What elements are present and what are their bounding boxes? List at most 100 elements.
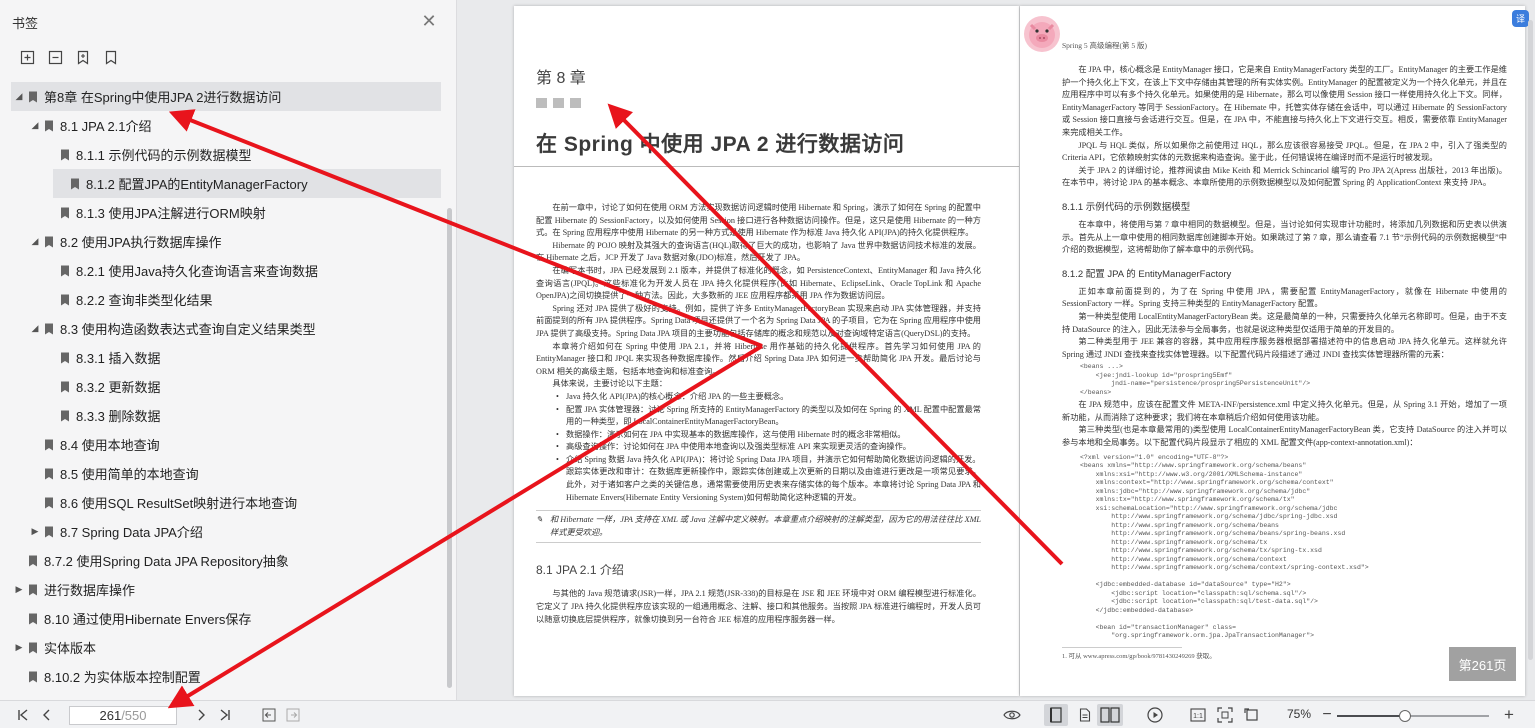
chapter-title: 在 Spring 中使用 JPA 2 进行数据访问 — [536, 133, 905, 156]
bookmark-icon — [28, 91, 38, 103]
paragraph: 在编写本书时，JPA 已经发展到 2.1 版本，并提供了标准化的概念，如 Per… — [536, 265, 981, 301]
toc-expand-icon[interactable]: ◢ — [30, 236, 40, 247]
paragraph: 具体来说，主要讨论以下主题： — [552, 379, 668, 389]
prev-page-icon[interactable] — [38, 706, 56, 724]
first-page-icon[interactable] — [14, 706, 32, 724]
bullet-dot: • — [556, 467, 559, 477]
footnote: 1. 可从 www.apress.com/gp/book/97814302492… — [1062, 652, 1216, 660]
code-block: <?xml version="1.0" encoding="UTF-8"?> <… — [1080, 453, 1369, 640]
toc-expand-icon[interactable]: ◢ — [14, 91, 24, 102]
toc-item[interactable]: ◢ 8.2 使用JPA执行数据库操作 — [0, 227, 446, 256]
toc-item[interactable]: 8.1.1 示例代码的示例数据模型 — [0, 140, 446, 169]
footnote-rule — [1062, 646, 1182, 648]
toc-item[interactable]: 8.1.3 使用JPA注解进行ORM映射 — [0, 198, 446, 227]
bullet-text: 高级查询操作：讨论如何在 JPA 中使用本地查询以及强类型标准 API 来实现更… — [566, 442, 911, 452]
toc-item[interactable]: ◢ 第8章 在Spring中使用JPA 2进行数据访问 — [11, 82, 441, 111]
two-page-view-button[interactable] — [1097, 704, 1123, 726]
bookmark-icon — [60, 381, 70, 393]
section-heading: 8.1 JPA 2.1 介绍 — [536, 563, 624, 578]
left-page-body: 在前一章中，讨论了如何在使用 ORM 方法实现数据访问逻辑时使用 Hiberna… — [536, 202, 981, 626]
continuous-view-icon[interactable] — [1076, 706, 1094, 724]
bookmark-icon — [60, 410, 70, 422]
paragraph: 第三种类型(也是本章最常用的)类型使用 LocalContainerEntity… — [1062, 425, 1507, 448]
toc-expand-icon[interactable]: ▶ — [14, 642, 24, 653]
sidebar-title: 书签 — [12, 15, 39, 31]
note-box: ✎ 和 Hibernate 一样，JPA 支持在 XML 或 Java 注解中定义… — [536, 510, 981, 544]
bullet-text: 数据操作：演示如何在 JPA 中实现基本的数据库操作，这与使用 Hibernat… — [566, 429, 906, 439]
rotate-icon[interactable] — [1243, 706, 1261, 724]
sidebar-scrollbar[interactable] — [447, 208, 452, 688]
toc-expand-icon[interactable]: ▶ — [14, 584, 24, 595]
chapter-divider — [514, 166, 1019, 167]
bullet-item: • 数据操作：演示如何在 JPA 中实现基本的数据库操作，这与使用 Hiberna… — [556, 429, 981, 442]
bullet-text: Java 持久化 API(JPA)的核心概念：介绍 JPA 的一些主要概念。 — [566, 391, 789, 401]
paragraph: 关于 JPA 2 的详细讨论，推荐阅读由 Mike Keith 和 Merric… — [1062, 165, 1507, 188]
toc-item-label: 8.5 使用简单的本地查询 — [60, 467, 199, 482]
toc-expand-icon[interactable]: ◢ — [30, 120, 40, 131]
bookmark-icon — [60, 294, 70, 306]
toc-item[interactable]: ◢ 8.1 JPA 2.1介绍 — [0, 111, 446, 140]
actual-size-icon[interactable]: 1:1 — [1189, 706, 1207, 724]
document-scrollbar[interactable] — [1528, 20, 1533, 660]
code-block: <beans ...> <jee:jndi-lookup id="prospri… — [1080, 363, 1311, 396]
toc-item[interactable]: ▶ 进行数据库操作 — [0, 575, 446, 604]
toc-item[interactable]: 8.4 使用本地查询 — [0, 430, 446, 459]
paragraph: 第一种类型使用 LocalEntityManagerFactoryBean 类。… — [1062, 311, 1507, 334]
toc-item[interactable]: 8.5 使用简单的本地查询 — [0, 459, 446, 488]
back-icon[interactable] — [260, 706, 278, 724]
toc-item[interactable]: 8.3.1 插入数据 — [0, 343, 446, 372]
toc-item-label: 8.6 使用SQL ResultSet映射进行本地查询 — [60, 496, 298, 511]
single-page-view-button[interactable] — [1044, 704, 1068, 726]
forward-icon[interactable] — [284, 706, 302, 724]
bookmark-icon[interactable] — [102, 48, 120, 66]
bullet-item: • 跟踪实体更改和审计：在数据库更新操作中，跟踪实体创建或上次更新的日期以及由谁进… — [556, 466, 981, 504]
toc-expand-icon[interactable]: ▶ — [30, 526, 40, 537]
toc-item[interactable]: 8.10 通过使用Hibernate Envers保存 — [0, 604, 446, 633]
toc-item-label: 8.3.3 删除数据 — [76, 409, 161, 424]
toc-item[interactable]: 8.6 使用SQL ResultSet映射进行本地查询 — [0, 488, 446, 517]
bookmark-icon — [70, 178, 80, 190]
toc-item[interactable]: 8.7.2 使用Spring Data JPA Repository抽象 — [0, 546, 446, 575]
toc-item-label: 8.3.1 插入数据 — [76, 351, 161, 366]
zoom-in-icon[interactable]: + — [1500, 705, 1518, 724]
paragraph: 在前一章中，讨论了如何在使用 ORM 方法实现数据访问逻辑时使用 Hiberna… — [536, 203, 981, 238]
toc-item[interactable]: 8.3.2 更新数据 — [0, 372, 446, 401]
bookmark-toolbar — [0, 44, 456, 70]
page-number-input[interactable]: 261/550 — [69, 706, 177, 725]
toc-item[interactable]: ▶ 8.7 Spring Data JPA介绍 — [0, 517, 446, 546]
toc-item-label: 8.2.1 使用Java持久化查询语言来查询数据 — [76, 264, 318, 279]
play-icon[interactable] — [1146, 706, 1164, 724]
zoom-level[interactable]: 75% — [1287, 707, 1311, 721]
toc-item[interactable]: 8.2.1 使用Java持久化查询语言来查询数据 — [0, 256, 446, 285]
bullet-item: • 介绍 Spring 数据 Java 持久化 API(JPA)：将讨论 Spri… — [556, 454, 981, 467]
close-icon[interactable]: ✕ — [420, 12, 438, 30]
toc-item[interactable]: 8.2.2 查询非类型化结果 — [0, 285, 446, 314]
expand-all-icon[interactable] — [18, 48, 36, 66]
add-bookmark-icon[interactable] — [74, 48, 92, 66]
bookmark-icon — [44, 120, 54, 132]
fit-page-icon[interactable] — [1216, 706, 1234, 724]
toc-item[interactable]: ◢ 8.3 使用构造函数表达式查询自定义结果类型 — [0, 314, 446, 343]
toc-item[interactable]: 8.10.2 为实体版本控制配置 — [0, 662, 446, 691]
bookmark-icon — [28, 671, 38, 683]
bookmark-icon — [44, 323, 54, 335]
translate-icon[interactable]: 译 — [1512, 10, 1529, 27]
bullet-dot: • — [556, 429, 559, 439]
note-text: 和 Hibernate 一样，JPA 支持在 XML 或 Java 注解中定义映… — [550, 515, 981, 537]
zoom-slider[interactable] — [1337, 710, 1489, 722]
toc-item[interactable]: ▶ 实体版本 — [0, 633, 446, 662]
toc-item[interactable]: 8.3.3 删除数据 — [0, 401, 446, 430]
next-page-icon[interactable] — [192, 706, 210, 724]
toc-expand-icon[interactable]: ◢ — [30, 323, 40, 334]
zoom-slider-thumb[interactable] — [1399, 710, 1412, 722]
current-page: 261 — [99, 708, 122, 723]
bookmark-icon — [28, 613, 38, 625]
note-icon: ✎ — [536, 515, 543, 525]
toc-item-label: 实体版本 — [44, 641, 97, 656]
eye-icon[interactable] — [1003, 706, 1021, 724]
paragraph: 第二种类型用于 JEE 兼容的容器，其中应用程序服务器根据部署描述符中的信息启动… — [1062, 337, 1507, 359]
toc-item[interactable]: 8.1.2 配置JPA的EntityManagerFactory — [53, 169, 441, 198]
zoom-out-icon[interactable]: − — [1318, 706, 1336, 724]
last-page-icon[interactable] — [216, 706, 234, 724]
collapse-all-icon[interactable] — [46, 48, 64, 66]
